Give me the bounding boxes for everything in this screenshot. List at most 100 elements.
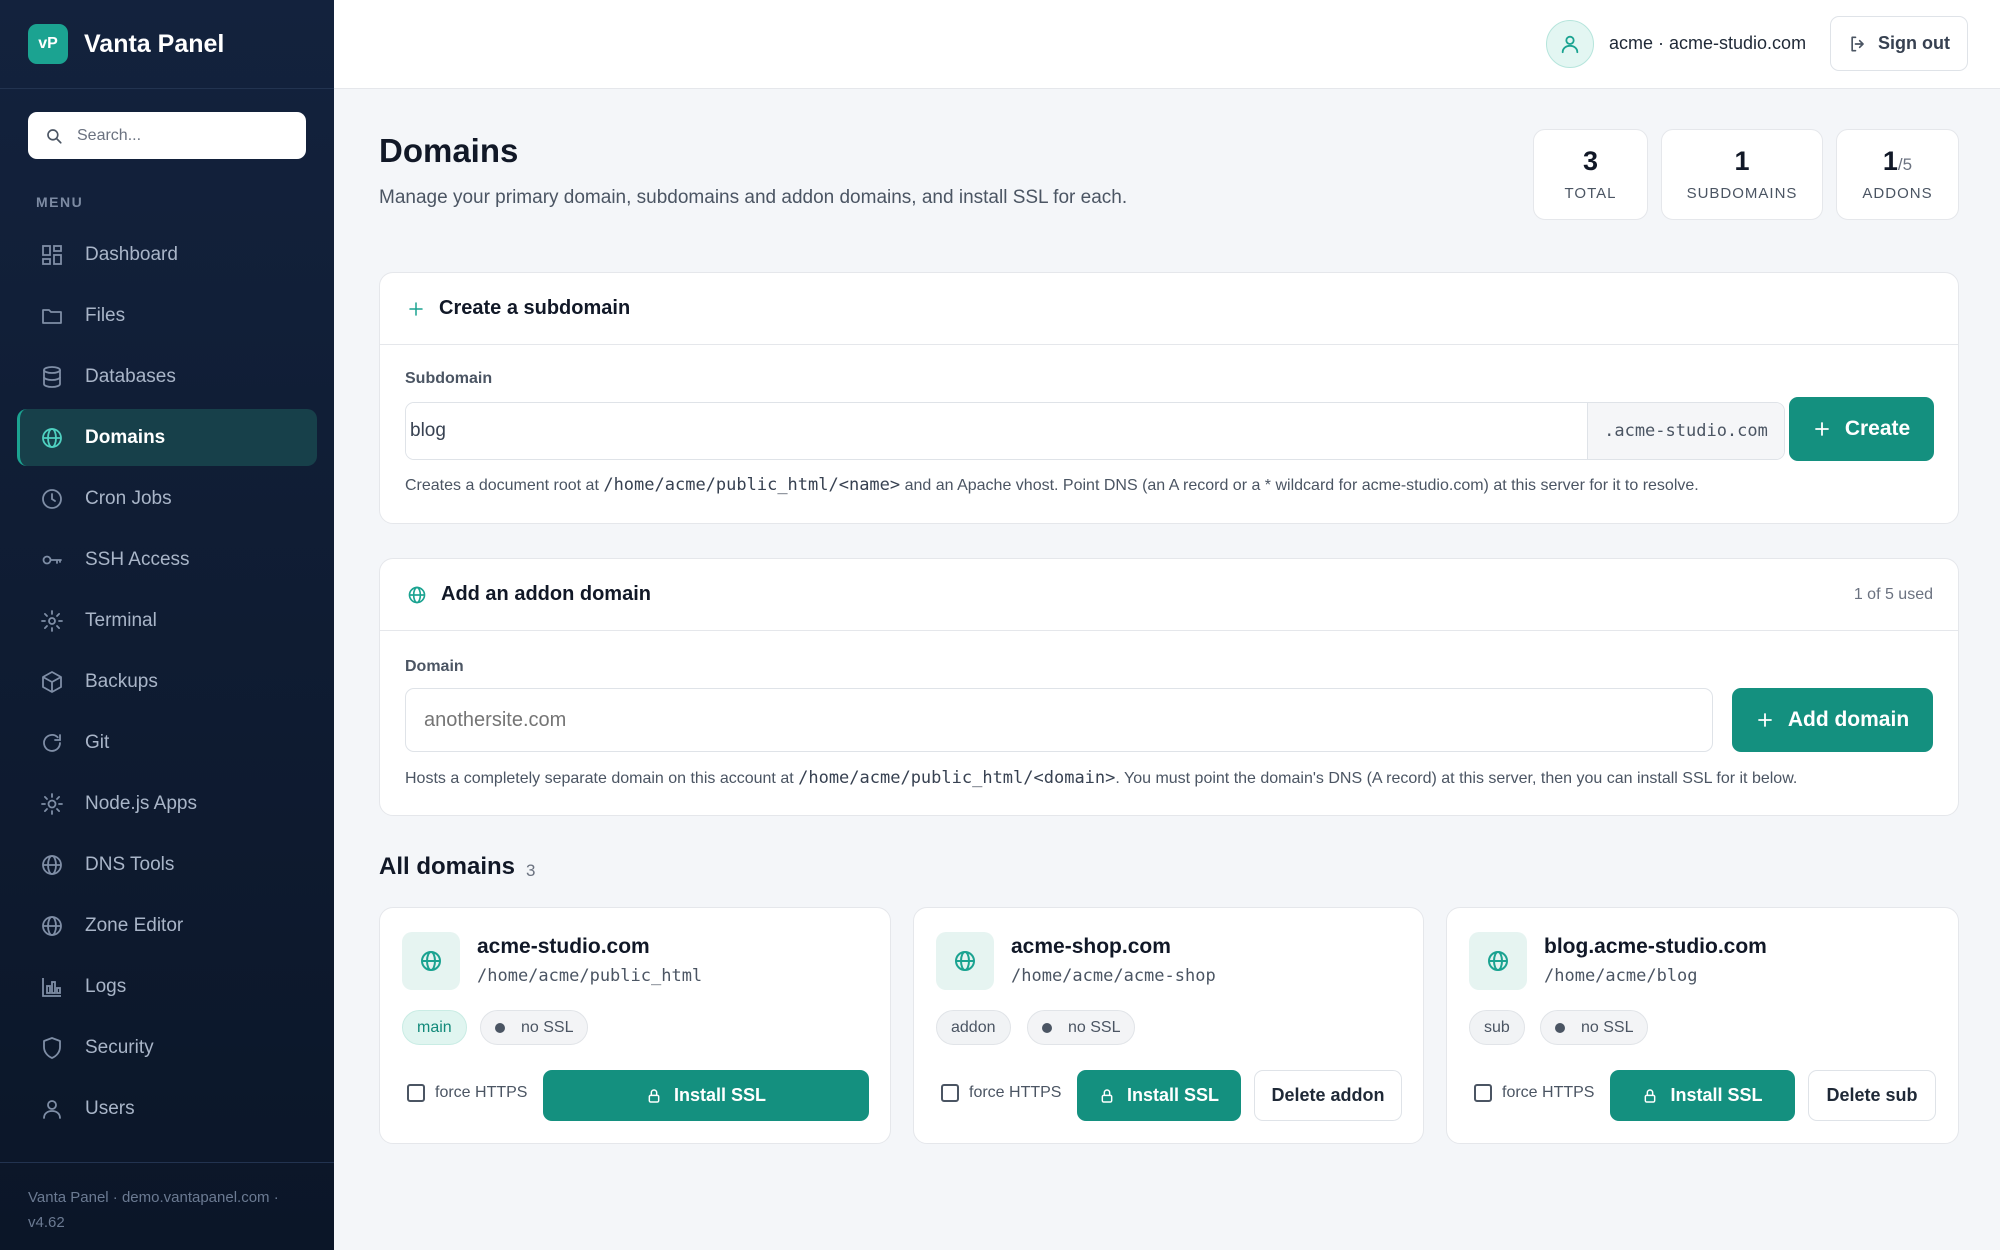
- globe-icon: [39, 852, 65, 878]
- sidebar-item-label: SSH Access: [85, 548, 190, 570]
- create-subdomain-card: Create a subdomain Subdomain .acme-studi…: [379, 272, 1959, 524]
- install-ssl-label: Install SSL: [673, 1085, 767, 1105]
- stat-addons-value: 1: [1882, 146, 1898, 176]
- sidebar-item-label: DNS Tools: [85, 853, 175, 875]
- add-domain-button[interactable]: Add domain: [1732, 688, 1933, 752]
- ssl-status-text: no SSL: [1581, 1018, 1634, 1036]
- globe-icon: [402, 932, 460, 990]
- sign-out-button[interactable]: Sign out: [1830, 16, 1968, 71]
- stat-subdomains-label: SUBDOMAINS: [1686, 185, 1798, 202]
- help-text-start: Creates a document root at: [405, 477, 604, 494]
- brand-name: Vanta Panel: [84, 29, 225, 58]
- force-https-label: force HTTPS: [435, 1084, 528, 1101]
- force-https-label: force HTTPS: [969, 1084, 1062, 1101]
- sidebar-item-label: Databases: [85, 365, 176, 387]
- domain-card: blog.acme-studio.com /home/acme/blog sub…: [1446, 907, 1959, 1144]
- sidebar-item-cron-jobs[interactable]: Cron Jobs: [17, 470, 317, 527]
- sidebar-item-label: Cron Jobs: [85, 487, 172, 509]
- sidebar-item-label: Security: [85, 1036, 154, 1058]
- sidebar-item-ssh-access[interactable]: SSH Access: [17, 531, 317, 588]
- terminal-icon: [39, 608, 65, 634]
- install-ssl-label: Install SSL: [1670, 1085, 1763, 1105]
- sidebar-item-zone-editor[interactable]: Zone Editor: [17, 897, 317, 954]
- sign-out-icon: [1848, 34, 1868, 54]
- delete-addon-button[interactable]: Delete addon: [1254, 1070, 1402, 1121]
- help-code-path: /home/acme/public_html/<name>: [603, 475, 901, 495]
- sidebar-item-dashboard[interactable]: Dashboard: [17, 226, 317, 283]
- sidebar-item-dns-tools[interactable]: DNS Tools: [17, 836, 317, 893]
- checkbox[interactable]: [941, 1084, 959, 1102]
- addon-domain-input[interactable]: [405, 688, 1713, 752]
- globe-icon: [39, 425, 65, 451]
- lock-icon: [1642, 1088, 1658, 1104]
- sidebar-item-terminal[interactable]: Terminal: [17, 592, 317, 649]
- sidebar-item-label: Git: [85, 731, 110, 753]
- page-title: Domains: [379, 132, 519, 169]
- all-domains-count: 3: [526, 861, 536, 880]
- stat-addons-value-wrap: 1/5: [1837, 146, 1958, 177]
- subdomain-help-text: Creates a document root at /home/acme/pu…: [405, 475, 1699, 495]
- domain-name: acme-studio.com: [477, 935, 650, 958]
- help-code-path: /home/acme/public_html/<domain>: [798, 768, 1116, 788]
- checkbox[interactable]: [1474, 1084, 1492, 1102]
- help-text-end: . You must point the domain's DNS (A rec…: [1115, 770, 1798, 787]
- help-text-end: and an Apache vhost. Point DNS (an A rec…: [900, 477, 1699, 494]
- refresh-icon: [39, 730, 65, 756]
- domain-card: acme-studio.com /home/acme/public_html m…: [379, 907, 891, 1144]
- create-button[interactable]: Create: [1789, 397, 1934, 461]
- delete-sub-button[interactable]: Delete sub: [1808, 1070, 1936, 1121]
- globe-icon: [407, 585, 427, 605]
- search-input[interactable]: [77, 126, 277, 145]
- box-icon: [39, 669, 65, 695]
- ssl-status-text: no SSL: [1068, 1018, 1121, 1036]
- stat-total-label: TOTAL: [1564, 185, 1617, 202]
- sidebar-item-security[interactable]: Security: [17, 1019, 317, 1076]
- lock-icon: [646, 1088, 662, 1104]
- force-https-checkbox[interactable]: force HTTPS: [407, 1084, 527, 1102]
- plus-icon: [1756, 711, 1774, 729]
- sidebar-item-files[interactable]: Files: [17, 287, 317, 344]
- card-title: Create a subdomain: [439, 297, 631, 319]
- globe-icon: [1469, 932, 1527, 990]
- subdomain-input[interactable]: [406, 403, 1587, 459]
- subdomain-field-label: Subdomain: [405, 370, 493, 387]
- stat-addons-label: ADDONS: [1862, 185, 1933, 202]
- install-ssl-button[interactable]: Install SSL: [543, 1070, 869, 1121]
- sidebar-item-nodejs-apps[interactable]: Node.js Apps: [17, 775, 317, 832]
- domain-type-badge: sub: [1469, 1010, 1525, 1045]
- account-label: acme · acme-studio.com: [1609, 33, 1807, 53]
- card-header: Create a subdomain: [380, 273, 1958, 345]
- checkbox[interactable]: [407, 1084, 425, 1102]
- avatar[interactable]: [1546, 20, 1594, 68]
- user-icon: [1559, 33, 1581, 55]
- topbar: acme · acme-studio.com Sign out: [334, 0, 2000, 89]
- addon-usage: 1 of 5 used: [1853, 585, 1933, 603]
- key-icon: [39, 547, 65, 573]
- sidebar: vP Vanta Panel MENU Dashboard Files Data…: [0, 0, 334, 1250]
- create-button-label: Create: [1844, 417, 1911, 440]
- domain-card: acme-shop.com /home/acme/acme-shop addon…: [913, 907, 1424, 1144]
- ssl-status-badge: no SSL: [480, 1010, 589, 1045]
- plus-icon: [1813, 420, 1831, 438]
- search-box[interactable]: [28, 112, 306, 159]
- sidebar-item-label: Dashboard: [85, 243, 178, 265]
- force-https-checkbox[interactable]: force HTTPS: [941, 1084, 1061, 1102]
- sidebar-item-backups[interactable]: Backups: [17, 653, 317, 710]
- domain-suffix: .acme-studio.com: [1587, 403, 1784, 459]
- install-ssl-button[interactable]: Install SSL: [1077, 1070, 1241, 1121]
- domain-path: /home/acme/acme-shop: [1011, 966, 1216, 986]
- sidebar-item-git[interactable]: Git: [17, 714, 317, 771]
- domain-name: blog.acme-studio.com: [1544, 935, 1767, 958]
- install-ssl-button[interactable]: Install SSL: [1610, 1070, 1795, 1121]
- force-https-checkbox[interactable]: force HTTPS: [1474, 1084, 1594, 1102]
- search-icon: [45, 127, 63, 145]
- sidebar-item-logs[interactable]: Logs: [17, 958, 317, 1015]
- domain-path: /home/acme/blog: [1544, 966, 1698, 986]
- sidebar-item-domains[interactable]: Domains: [17, 409, 317, 466]
- globe-icon: [936, 932, 994, 990]
- sign-out-label: Sign out: [1878, 33, 1950, 53]
- sidebar-footer: Vanta Panel · demo.vantapanel.com · v4.6…: [0, 1162, 334, 1235]
- sidebar-item-users[interactable]: Users: [17, 1080, 317, 1137]
- ssl-status-badge: no SSL: [1027, 1010, 1136, 1045]
- sidebar-item-databases[interactable]: Databases: [17, 348, 317, 405]
